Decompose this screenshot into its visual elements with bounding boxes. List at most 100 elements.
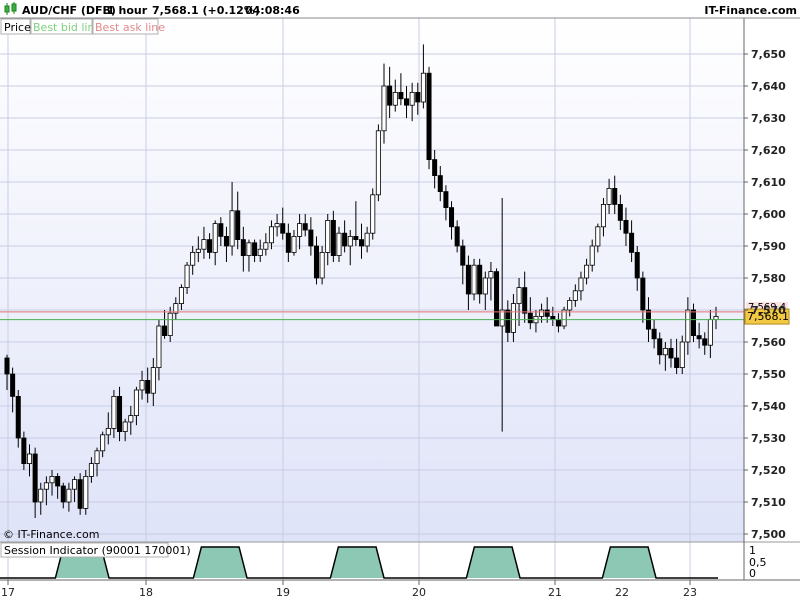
candle-body: [167, 312, 173, 337]
candle-body: [555, 319, 561, 327]
candle-body: [679, 341, 685, 369]
x-tick-label: 22: [615, 586, 629, 599]
candle-body: [26, 453, 33, 465]
candle-body: [420, 72, 426, 103]
candle-body: [510, 303, 516, 333]
candle-body: [387, 85, 393, 106]
candle-body: [375, 130, 381, 196]
candle-body: [516, 287, 522, 305]
candle-body: [229, 210, 235, 247]
candle-body: [629, 232, 635, 253]
candle-body: [195, 248, 201, 253]
candle-body: [184, 264, 190, 289]
candle-body: [696, 335, 702, 340]
candle-body: [308, 229, 314, 247]
candle-body: [117, 395, 123, 432]
candle-body: [432, 159, 438, 177]
x-tick-label: 19: [276, 586, 290, 599]
candle-body: [426, 72, 432, 160]
y-tick-label: 7,580: [751, 272, 786, 285]
candle-body: [302, 223, 308, 231]
candle-body: [72, 479, 78, 490]
candle-body: [201, 239, 207, 250]
candle-body: [595, 226, 601, 247]
y-tick-label: 7,630: [751, 112, 786, 125]
candle-body: [285, 232, 291, 253]
candle-body: [83, 475, 89, 509]
candle-body: [477, 264, 483, 295]
ask-legend-label: Best ask line: [95, 21, 165, 34]
session-block: [602, 547, 657, 578]
candle-body: [527, 312, 533, 324]
session-block: [466, 547, 521, 578]
candle-body: [342, 232, 348, 247]
candle-body: [268, 226, 274, 244]
candle-body: [313, 245, 319, 279]
y-tick-label: 7,540: [751, 400, 786, 413]
candle-body: [522, 287, 528, 314]
candle-body: [77, 479, 83, 509]
candle-body: [567, 299, 573, 311]
candle-body: [600, 203, 606, 228]
candle-body: [690, 309, 697, 337]
candle-body: [145, 379, 151, 394]
candle-body: [640, 277, 646, 311]
candle-body: [162, 325, 168, 337]
candle-body: [612, 187, 618, 205]
candle-body: [280, 223, 286, 234]
x-axis: 17 18 19 20 21 23 22: [1, 580, 697, 599]
y-axis: 7,500 7,510 7,520 7,530 7,540 7,550 7,560 7,570…: [744, 48, 786, 541]
x-tick-label: 18: [139, 586, 153, 599]
candle-body: [257, 248, 263, 256]
candle-body: [139, 379, 145, 391]
candle-body: [291, 235, 297, 253]
candle-body: [325, 219, 331, 253]
y-tick-label: 7,520: [751, 464, 786, 477]
indicator-title: Session Indicator (90001 170001): [4, 544, 191, 557]
candle-body: [482, 277, 488, 295]
candle-body: [494, 271, 500, 327]
candle-body: [606, 187, 612, 205]
candle-body: [10, 373, 16, 397]
candle-body: [336, 232, 342, 256]
candle-body: [505, 309, 511, 333]
candle-body: [488, 271, 494, 279]
candle-body: [347, 235, 353, 247]
candle-body: [409, 92, 415, 106]
candle-body: [252, 242, 258, 257]
candle-body: [662, 347, 668, 356]
y-tick-label: 7,570: [751, 304, 786, 317]
y-tick-label: 7,500: [751, 528, 786, 541]
candle-body: [223, 235, 229, 247]
candle-body: [105, 427, 111, 436]
candle-body: [454, 226, 460, 247]
candle-body: [415, 92, 421, 103]
candle-body: [111, 395, 117, 429]
y-tick-label: 7,620: [751, 144, 786, 157]
candle-body: [15, 395, 21, 439]
candle-body: [539, 309, 545, 317]
candle-body: [122, 421, 128, 433]
price-chart[interactable]: 7,569.47,568.1 7,5007,5107,5207,5307,540…: [0, 0, 800, 600]
candle-body: [263, 242, 269, 250]
y-tick-label: 7,640: [751, 80, 786, 93]
candle-body: [460, 245, 466, 266]
timeframe-label: 1 hour: [107, 4, 148, 17]
main-plot-background: [0, 18, 744, 542]
candle-body: [38, 488, 44, 503]
candle-body: [4, 357, 10, 375]
y-tick-label: 7,530: [751, 432, 786, 445]
candle-body: [449, 207, 455, 228]
candle-body: [32, 453, 38, 503]
candle-body: [128, 415, 134, 423]
candle-body: [88, 463, 94, 477]
candle-body: [392, 92, 398, 106]
candle-body: [358, 239, 365, 247]
candle-body: [133, 389, 139, 417]
bid-legend-label: Best bid line: [33, 21, 101, 34]
candle-body: [94, 450, 100, 464]
candle-body: [657, 338, 663, 356]
candle-body: [584, 264, 590, 279]
candle-body: [668, 347, 674, 359]
candle-body: [55, 475, 61, 487]
